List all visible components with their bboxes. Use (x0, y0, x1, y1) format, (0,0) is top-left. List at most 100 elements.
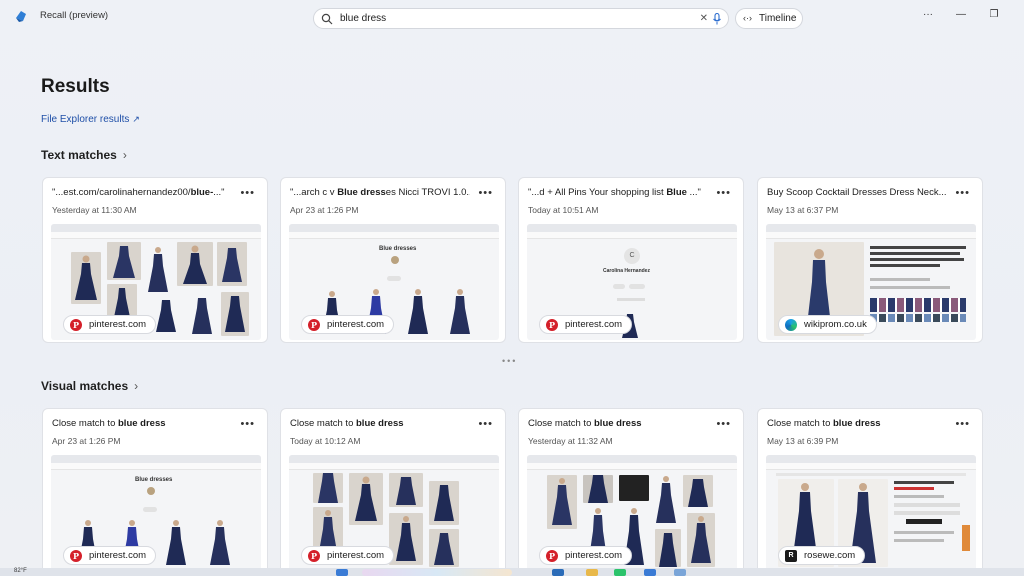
screenshot-thumbnail[interactable]: P pinterest.com (289, 455, 499, 571)
text-matches-label[interactable]: Text matches (41, 148, 117, 162)
source-badge: wikiprom.co.uk (778, 315, 877, 334)
search-icon (321, 13, 333, 25)
timeline-label: Timeline (759, 13, 797, 24)
text-match-card[interactable]: Buy Scoop Cocktail Dresses Dress Neck...… (757, 177, 983, 343)
card-title: "...est.com/carolinahernandez00/blue-...… (52, 187, 225, 198)
store-icon[interactable] (644, 569, 656, 576)
source-label: rosewe.com (804, 550, 856, 561)
timeline-button[interactable]: ‹·› Timeline (735, 8, 803, 29)
more-options-icon[interactable]: ··· (918, 9, 938, 20)
pinterest-icon: P (70, 549, 82, 562)
source-label: pinterest.com (327, 550, 385, 561)
pinterest-icon: P (308, 549, 320, 562)
pinterest-icon: P (546, 318, 558, 331)
source-badge: P pinterest.com (301, 546, 395, 565)
card-date: Yesterday at 11:30 AM (52, 205, 137, 215)
card-date: Apr 23 at 1:26 PM (290, 205, 359, 215)
text-matches-heading[interactable]: Text matches › (41, 148, 127, 162)
more-options-icon[interactable]: ••• (716, 419, 731, 430)
file-explorer-results-link[interactable]: File Explorer results ↗ (41, 114, 140, 125)
weather-widget[interactable]: 82°F (14, 568, 27, 574)
more-options-icon[interactable]: ••• (955, 419, 970, 430)
external-link-icon: ↗ (132, 114, 140, 124)
recall-app-icon (16, 11, 26, 22)
visual-match-card[interactable]: Close match to blue dress Apr 23 at 1:26… (42, 408, 268, 574)
source-badge: R rosewe.com (778, 546, 866, 565)
text-match-card[interactable]: "...d + All Pins Your shopping list Blue… (518, 177, 744, 343)
card-title: Close match to blue dress (290, 418, 404, 429)
card-title: Close match to blue dress (52, 418, 166, 429)
text-match-card[interactable]: "...est.com/carolinahernandez00/blue-...… (42, 177, 268, 343)
page-title: Results (41, 76, 110, 97)
more-options-icon[interactable]: ••• (955, 188, 970, 199)
screenshot-thumbnail[interactable]: Blue dresses P pinterest.com (289, 224, 499, 340)
more-options-icon[interactable]: ••• (478, 188, 493, 199)
source-label: wikiprom.co.uk (804, 319, 867, 330)
minimize-icon[interactable]: — (951, 9, 971, 20)
carousel-pager-dots[interactable]: ••• (502, 356, 517, 366)
source-badge: P pinterest.com (301, 315, 395, 334)
thumbnail-heading: Blue dresses (135, 477, 173, 483)
card-title: "...arch c v Blue dresses Nicci TROVI 1.… (290, 187, 470, 198)
pinterest-icon: P (70, 318, 82, 331)
visual-matches-heading[interactable]: Visual matches › (41, 379, 138, 393)
more-options-icon[interactable]: ••• (716, 188, 731, 199)
restore-icon[interactable]: ❐ (984, 9, 1004, 20)
source-label: pinterest.com (89, 550, 147, 561)
screenshot-thumbnail[interactable]: P pinterest.com (527, 455, 737, 571)
edge-icon (785, 318, 797, 331)
visual-matches-label[interactable]: Visual matches (41, 379, 128, 393)
file-explorer-link-label[interactable]: File Explorer results (41, 114, 129, 125)
card-title: Buy Scoop Cocktail Dresses Dress Neck... (767, 187, 947, 198)
more-options-icon[interactable]: ••• (478, 419, 493, 430)
title-bar: Recall (preview) blue dress ✕ ‹·› Timeli… (0, 0, 1024, 36)
recall-taskbar-icon[interactable] (674, 569, 686, 576)
source-badge: P pinterest.com (63, 546, 157, 565)
card-date: Today at 10:51 AM (528, 205, 599, 215)
pinterest-icon: P (308, 318, 320, 331)
visual-match-card[interactable]: Close match to blue dress Yesterday at 1… (518, 408, 744, 574)
card-date: Apr 23 at 1:26 PM (52, 436, 121, 446)
card-date: May 13 at 6:37 PM (767, 205, 839, 215)
screenshot-thumbnail[interactable]: C Carolina Hernandez P pinterest.com (527, 224, 737, 340)
screenshot-thumbnail[interactable]: P pinterest.com (51, 224, 261, 340)
more-options-icon[interactable]: ••• (240, 419, 255, 430)
source-badge: P pinterest.com (539, 315, 633, 334)
start-icon[interactable] (336, 569, 348, 576)
clear-icon[interactable]: ✕ (700, 13, 708, 25)
visual-match-card[interactable]: Close match to blue dress Today at 10:12… (280, 408, 506, 574)
card-date: Today at 10:12 AM (290, 436, 361, 446)
thumbnail-heading: Blue dresses (379, 246, 417, 252)
source-badge: P pinterest.com (539, 546, 633, 565)
edge-icon[interactable] (614, 569, 626, 576)
taskbar: 82°F (0, 568, 1024, 576)
chevron-right-icon: › (134, 379, 139, 393)
taskbar-search[interactable] (362, 569, 512, 576)
microphone-icon[interactable] (712, 13, 722, 25)
taskbar-app-icon[interactable] (552, 569, 564, 576)
source-label: pinterest.com (327, 319, 385, 330)
thumbnail-heading: Carolina Hernandez (603, 268, 650, 274)
text-match-card[interactable]: "...arch c v Blue dresses Nicci TROVI 1.… (280, 177, 506, 343)
more-options-icon[interactable]: ••• (240, 188, 255, 199)
card-date: May 13 at 6:39 PM (767, 436, 839, 446)
card-date: Yesterday at 11:32 AM (528, 436, 613, 446)
source-label: pinterest.com (89, 319, 147, 330)
chevron-right-icon: › (122, 148, 127, 162)
card-title: "...d + All Pins Your shopping list Blue… (528, 187, 701, 198)
card-title: Close match to blue dress (767, 418, 881, 429)
search-query[interactable]: blue dress (340, 13, 386, 24)
screenshot-thumbnail[interactable]: R rosewe.com (766, 455, 976, 571)
screenshot-thumbnail[interactable]: Blue dresses P pinterest.com (51, 455, 261, 571)
source-badge: P pinterest.com (63, 315, 157, 334)
screenshot-thumbnail[interactable]: wikiprom.co.uk (766, 224, 976, 340)
folder-icon[interactable] (586, 569, 598, 576)
search-input[interactable]: blue dress ✕ (313, 8, 729, 29)
app-title: Recall (preview) (40, 10, 109, 21)
visual-match-card[interactable]: Close match to blue dress May 13 at 6:39… (757, 408, 983, 574)
rosewe-icon: R (785, 549, 797, 562)
source-label: pinterest.com (565, 550, 623, 561)
source-label: pinterest.com (565, 319, 623, 330)
card-title: Close match to blue dress (528, 418, 642, 429)
pinterest-icon: P (546, 549, 558, 562)
